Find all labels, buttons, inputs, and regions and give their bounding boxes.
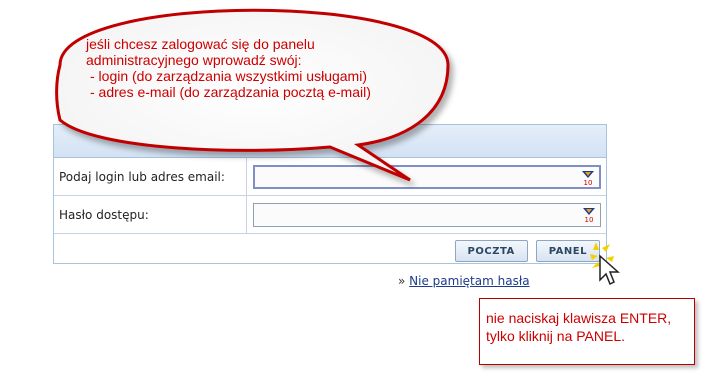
note-line-1: nie naciskaj klawisza ENTER,	[486, 310, 672, 326]
callout-line-1: jeśli chcesz zalogować się do panelu	[86, 36, 315, 52]
callout-line-3: - login (do zarządzania wszystkimi usług…	[90, 68, 367, 84]
note-line-2: tylko kliknij na PANEL.	[486, 328, 626, 344]
mouse-cursor-icon	[590, 242, 620, 286]
callout-line-4: - adres e-mail (do zarządzania pocztą e-…	[90, 84, 371, 100]
instruction-note: nie naciskaj klawisza ENTER, tylko klikn…	[479, 298, 695, 365]
callout-line-2: administracyjnego wprowadź swój:	[86, 52, 302, 68]
callout-text: jeśli chcesz zalogować się do panelu adm…	[86, 36, 426, 100]
